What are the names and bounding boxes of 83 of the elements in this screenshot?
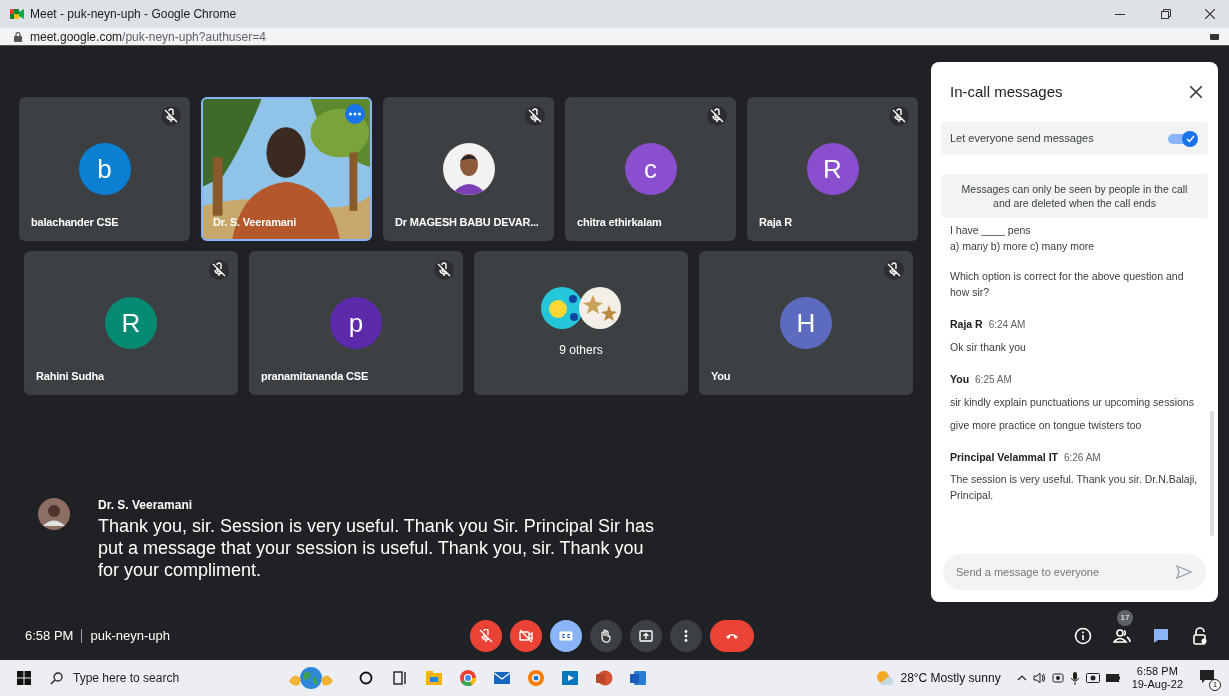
camera-tray-icon[interactable]: [1085, 672, 1100, 684]
message-time: 6:26 AM: [1063, 450, 1101, 465]
clock-date[interactable]: 19-Aug-22: [1131, 678, 1183, 691]
participant-name: Dr. S. Veeramani: [213, 214, 297, 230]
folder-icon[interactable]: [425, 669, 443, 687]
speaker-icon[interactable]: [1032, 672, 1046, 684]
message-time: 6:25 AM: [975, 372, 1012, 387]
raise-hand-button[interactable]: [590, 620, 622, 652]
message-text: sir kindly explain punctuations ur upcoming sessions: [950, 394, 1195, 410]
task-view-icon[interactable]: [391, 669, 409, 687]
message-text: Ok sir thank you: [950, 339, 1027, 355]
camera-button[interactable]: [510, 620, 542, 652]
panel-title: In-call messages: [950, 81, 1063, 102]
tab-strip-icon[interactable]: [1210, 33, 1219, 40]
notification-badge: 1: [1209, 679, 1221, 691]
meeting-code: puk-neyn-uph: [90, 627, 170, 646]
toggle-switch[interactable]: [1168, 130, 1198, 147]
minimize-icon[interactable]: [1115, 13, 1125, 15]
globe-hands-icon[interactable]: [287, 665, 335, 691]
restore-icon[interactable]: [1161, 9, 1171, 19]
meeting-time: 6:58 PM: [25, 627, 74, 646]
caption-text: Thank you, sir. Session is very useful. Thank you Sir. Principal Sir has put a message that your session is useful. Thank you, sir. Thank you for your compliment.: [98, 515, 655, 581]
present-screen-icon: [639, 629, 653, 643]
camera-off-icon: [519, 629, 533, 643]
cortana-icon[interactable]: [357, 669, 375, 687]
more-options-button[interactable]: [670, 620, 702, 652]
notification-icon[interactable]: [1199, 669, 1215, 684]
message-text: give more practice on tongue twisters too: [950, 417, 1143, 433]
weather-text[interactable]: 28°C Mostly sunny: [900, 669, 1001, 687]
more-options-icon[interactable]: [345, 104, 365, 124]
window-title: Meet - puk-neyn-uph - Google Chrome: [30, 6, 237, 23]
message-text: Which option is correct for the above question and how sir?: [950, 269, 1185, 300]
muted-mic-icon: [479, 629, 493, 643]
speaker-avatar-icon: [38, 498, 70, 530]
message-sender: Raja R: [950, 317, 983, 332]
participant-name: balachander CSE: [31, 214, 119, 230]
info-notice: Messages can only be seen by people in the call and are deleted when the call ends: [941, 174, 1208, 218]
taskbar-search-field[interactable]: Type here to search: [73, 669, 243, 687]
clock-time[interactable]: 6:58 PM: [1136, 665, 1178, 678]
speaker-name: Dr. S. Veeramani: [98, 498, 194, 512]
present-button[interactable]: [630, 620, 662, 652]
profile-photo: [442, 143, 495, 195]
media-player-icon[interactable]: [561, 669, 579, 687]
message-input-field[interactable]: Send a message to everyone: [943, 554, 1206, 590]
setting-label: Let everyone send messages: [950, 131, 1094, 147]
chrome-icon[interactable]: [459, 669, 477, 687]
lock-icon: [14, 31, 22, 42]
browser-icon[interactable]: [527, 669, 545, 687]
message-text: The session is very useful. Thank you sir. Dr.N.Balaji, Principal.: [950, 472, 1199, 504]
count-badge: 17: [1117, 610, 1133, 626]
microphone-icon[interactable]: [1069, 671, 1080, 685]
participant-name: Raja R: [759, 214, 793, 230]
close-icon[interactable]: [1205, 9, 1215, 19]
word-icon[interactable]: [629, 669, 647, 687]
meet-status-icon[interactable]: [1051, 672, 1064, 684]
emoji-avatar-icon: [541, 287, 583, 329]
participant-name: pranamitananda CSE: [261, 368, 369, 384]
mail-icon[interactable]: [493, 669, 511, 687]
captions-button[interactable]: [550, 620, 582, 652]
participant-name: 9 others: [559, 342, 603, 359]
leave-call-button[interactable]: [710, 620, 754, 652]
windows-logo-icon[interactable]: [17, 671, 31, 685]
battery-icon[interactable]: [1105, 674, 1120, 682]
message-sender: You: [950, 371, 970, 387]
search-icon: [50, 671, 63, 685]
scrollbar[interactable]: [1210, 411, 1214, 536]
stars-avatar-icon: [579, 287, 621, 329]
powerpoint-icon[interactable]: [595, 669, 613, 687]
microphone-button[interactable]: [470, 620, 502, 652]
captions-icon: [559, 629, 573, 643]
close-icon[interactable]: [1190, 86, 1202, 98]
participant-name: Dr MAGESH BABU DEVAR...: [395, 214, 539, 230]
message-time: 6:24 AM: [988, 318, 1026, 332]
meet-logo-icon: [10, 8, 24, 20]
message-text: I have ____ pens a) many b) more c) many more: [950, 223, 1096, 254]
participant-name: You: [711, 368, 731, 384]
participant-name: Rahini Sudha: [36, 368, 104, 384]
chevron-up-icon[interactable]: [1016, 675, 1027, 681]
meeting-details-button[interactable]: [1072, 625, 1094, 647]
message-sender: Principal Velammal IT: [950, 449, 1058, 465]
participant-name: chitra ethirkalam: [577, 214, 662, 230]
hand-icon: [599, 629, 613, 643]
check-icon: [1185, 134, 1195, 143]
